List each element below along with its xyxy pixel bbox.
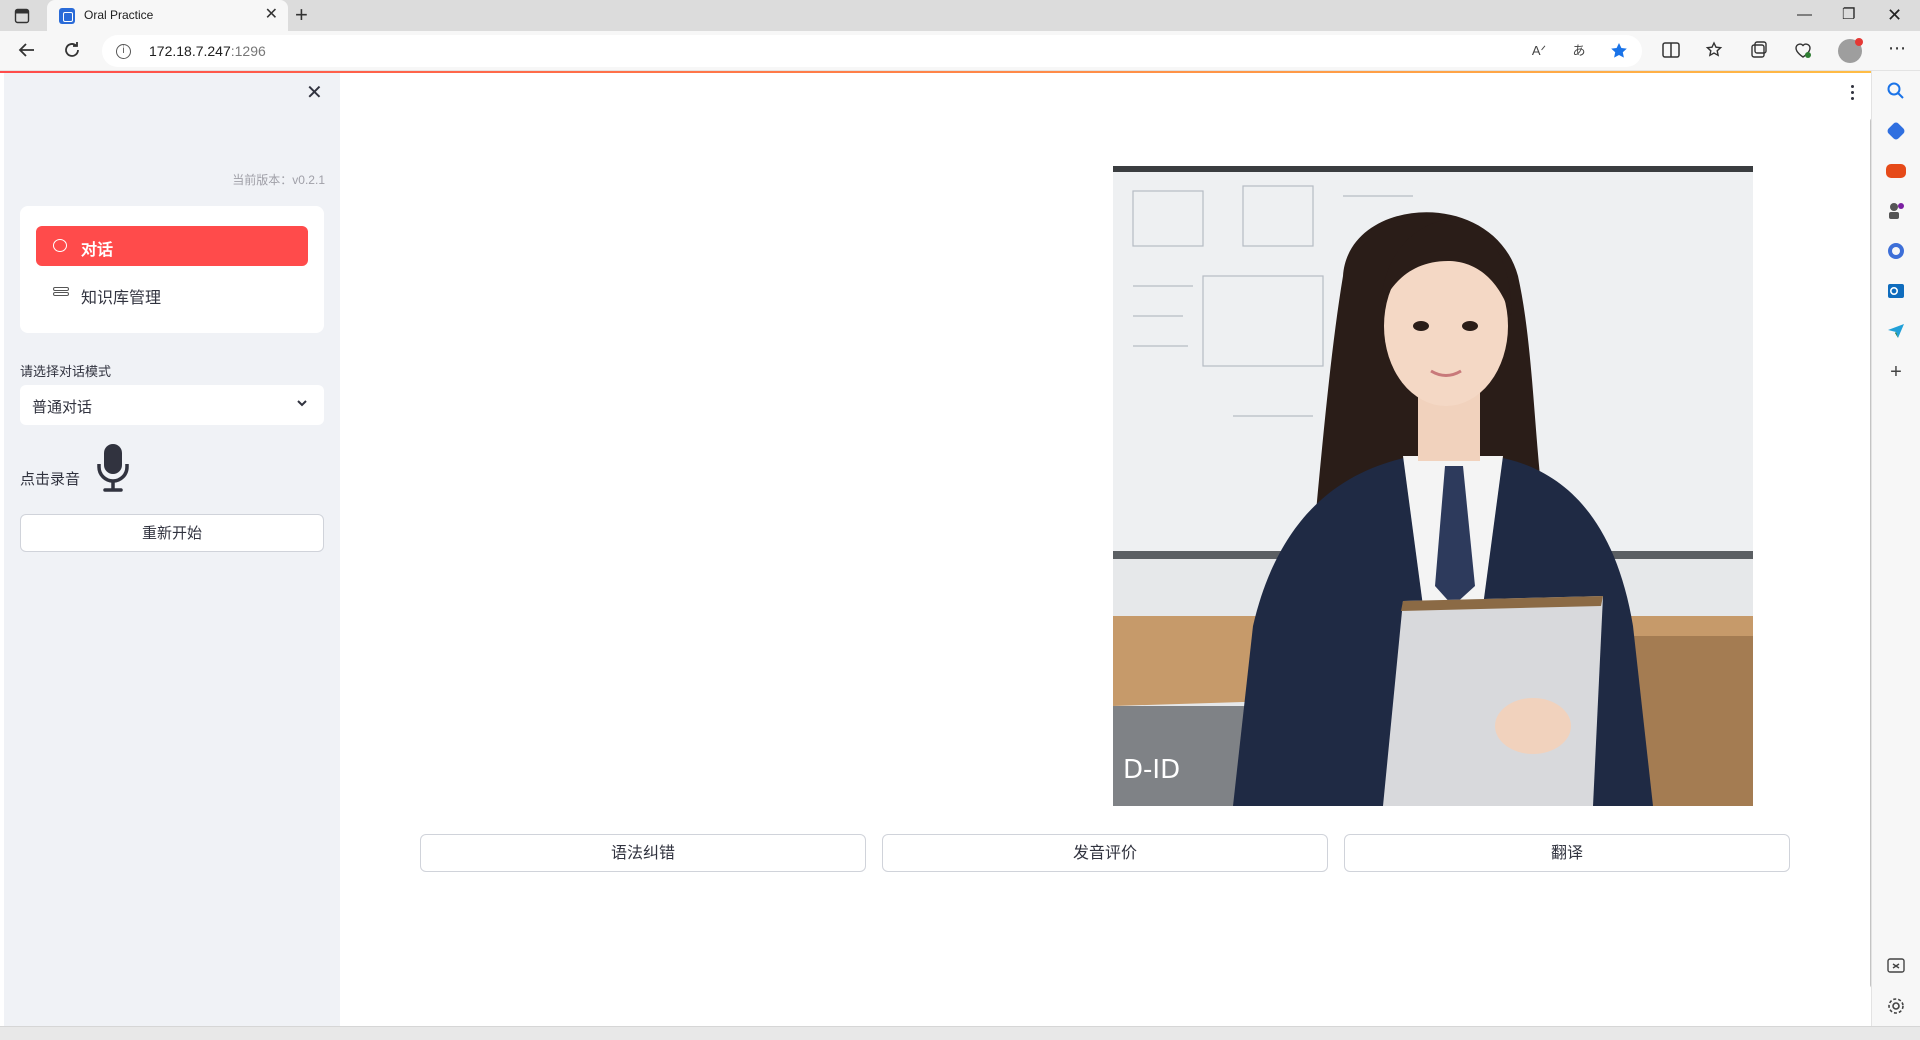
browser-tab-bar: Oral Practice ✕ + — ❐ ✕	[0, 0, 1920, 31]
tab-favicon-icon	[59, 8, 75, 24]
sidebar-close-icon[interactable]: ✕	[306, 83, 323, 103]
nav-menu: 对话 知识库管理	[20, 206, 324, 333]
database-icon	[53, 287, 69, 301]
url-field[interactable]: i 172.18.7.247:1296 Aᐟ あ	[102, 35, 1642, 67]
mode-select-value: 普通对话	[32, 399, 93, 416]
sidebar: ✕ 当前版本：v0.2.1 对话 知识库管理 请选择对话模式 普通对话 点击录音…	[4, 73, 340, 1026]
record-label: 点击录音	[20, 471, 81, 488]
collections-icon[interactable]	[1749, 40, 1769, 60]
restart-button[interactable]: 重新开始	[20, 514, 324, 552]
read-aloud-icon[interactable]: Aᐟ	[1529, 41, 1549, 61]
main-menu-icon[interactable]	[1851, 85, 1855, 101]
tools-icon[interactable]	[1886, 164, 1906, 178]
mode-select-label: 请选择对话模式	[20, 364, 112, 379]
browser-essentials-icon[interactable]	[1793, 40, 1813, 60]
favorite-star-icon[interactable]	[1609, 41, 1629, 61]
chevron-down-icon	[297, 400, 307, 407]
send-icon[interactable]	[1886, 321, 1906, 341]
browser-side-panel: +	[1871, 71, 1920, 1040]
back-icon[interactable]	[16, 39, 38, 61]
translate-page-icon[interactable]: あ	[1569, 41, 1589, 61]
url-host: 172.18.7.247	[149, 43, 231, 59]
translate-button[interactable]: 翻译	[1344, 834, 1790, 872]
menu-item-label: 知识库管理	[81, 290, 162, 307]
menu-item-label: 对话	[81, 242, 114, 259]
mode-select[interactable]: 普通对话	[20, 385, 324, 425]
url-text[interactable]: 172.18.7.247:1296	[149, 43, 266, 59]
tab-actions-icon[interactable]	[14, 8, 30, 24]
profile-avatar[interactable]	[1838, 38, 1863, 63]
pronunciation-evaluation-button[interactable]: 发音评价	[882, 834, 1328, 872]
shopping-tag-icon[interactable]	[1886, 121, 1906, 141]
url-port: :1296	[230, 43, 266, 59]
avatar-video[interactable]: D-ID	[1113, 166, 1753, 806]
avatar-image: D-ID	[1113, 166, 1753, 806]
minimize-icon[interactable]: —	[1797, 4, 1812, 26]
outlook-icon[interactable]	[1886, 281, 1906, 301]
copilot-icon[interactable]	[1886, 241, 1906, 261]
new-tab-icon[interactable]: +	[295, 3, 308, 27]
address-bar-row: i 172.18.7.247:1296 Aᐟ あ ⋯	[0, 31, 1920, 71]
taskbar-strip	[0, 1026, 1920, 1040]
window-close-icon[interactable]: ✕	[1887, 4, 1902, 26]
search-icon[interactable]	[1886, 81, 1906, 101]
add-panel-icon[interactable]: +	[1886, 362, 1906, 382]
version-label: 当前版本：v0.2.1	[232, 173, 325, 187]
settings-gear-icon[interactable]	[1886, 996, 1906, 1016]
tab-title: Oral Practice	[84, 8, 154, 22]
microphone-icon[interactable]	[95, 442, 131, 494]
main-content: D-ID 语法纠错 发音评价 翻译	[340, 73, 1876, 1026]
menu-item-knowledge-base[interactable]: 知识库管理	[36, 274, 308, 314]
browser-tab[interactable]: Oral Practice ✕	[47, 0, 288, 31]
site-info-icon[interactable]: i	[116, 44, 131, 59]
split-screen-icon[interactable]	[1661, 40, 1681, 60]
grammar-correction-button[interactable]: 语法纠错	[420, 834, 866, 872]
tab-close-icon[interactable]: ✕	[265, 6, 278, 24]
restore-icon[interactable]: ❐	[1842, 4, 1855, 26]
refresh-icon[interactable]	[61, 39, 83, 61]
favorites-icon[interactable]	[1705, 40, 1725, 60]
avatar-watermark: D-ID	[1123, 755, 1180, 785]
chat-bubble-icon	[53, 239, 67, 252]
more-menu-icon[interactable]: ⋯	[1887, 38, 1907, 58]
games-icon[interactable]	[1886, 201, 1906, 221]
menu-item-chat[interactable]: 对话	[36, 226, 308, 266]
screenshot-icon[interactable]	[1886, 956, 1906, 976]
